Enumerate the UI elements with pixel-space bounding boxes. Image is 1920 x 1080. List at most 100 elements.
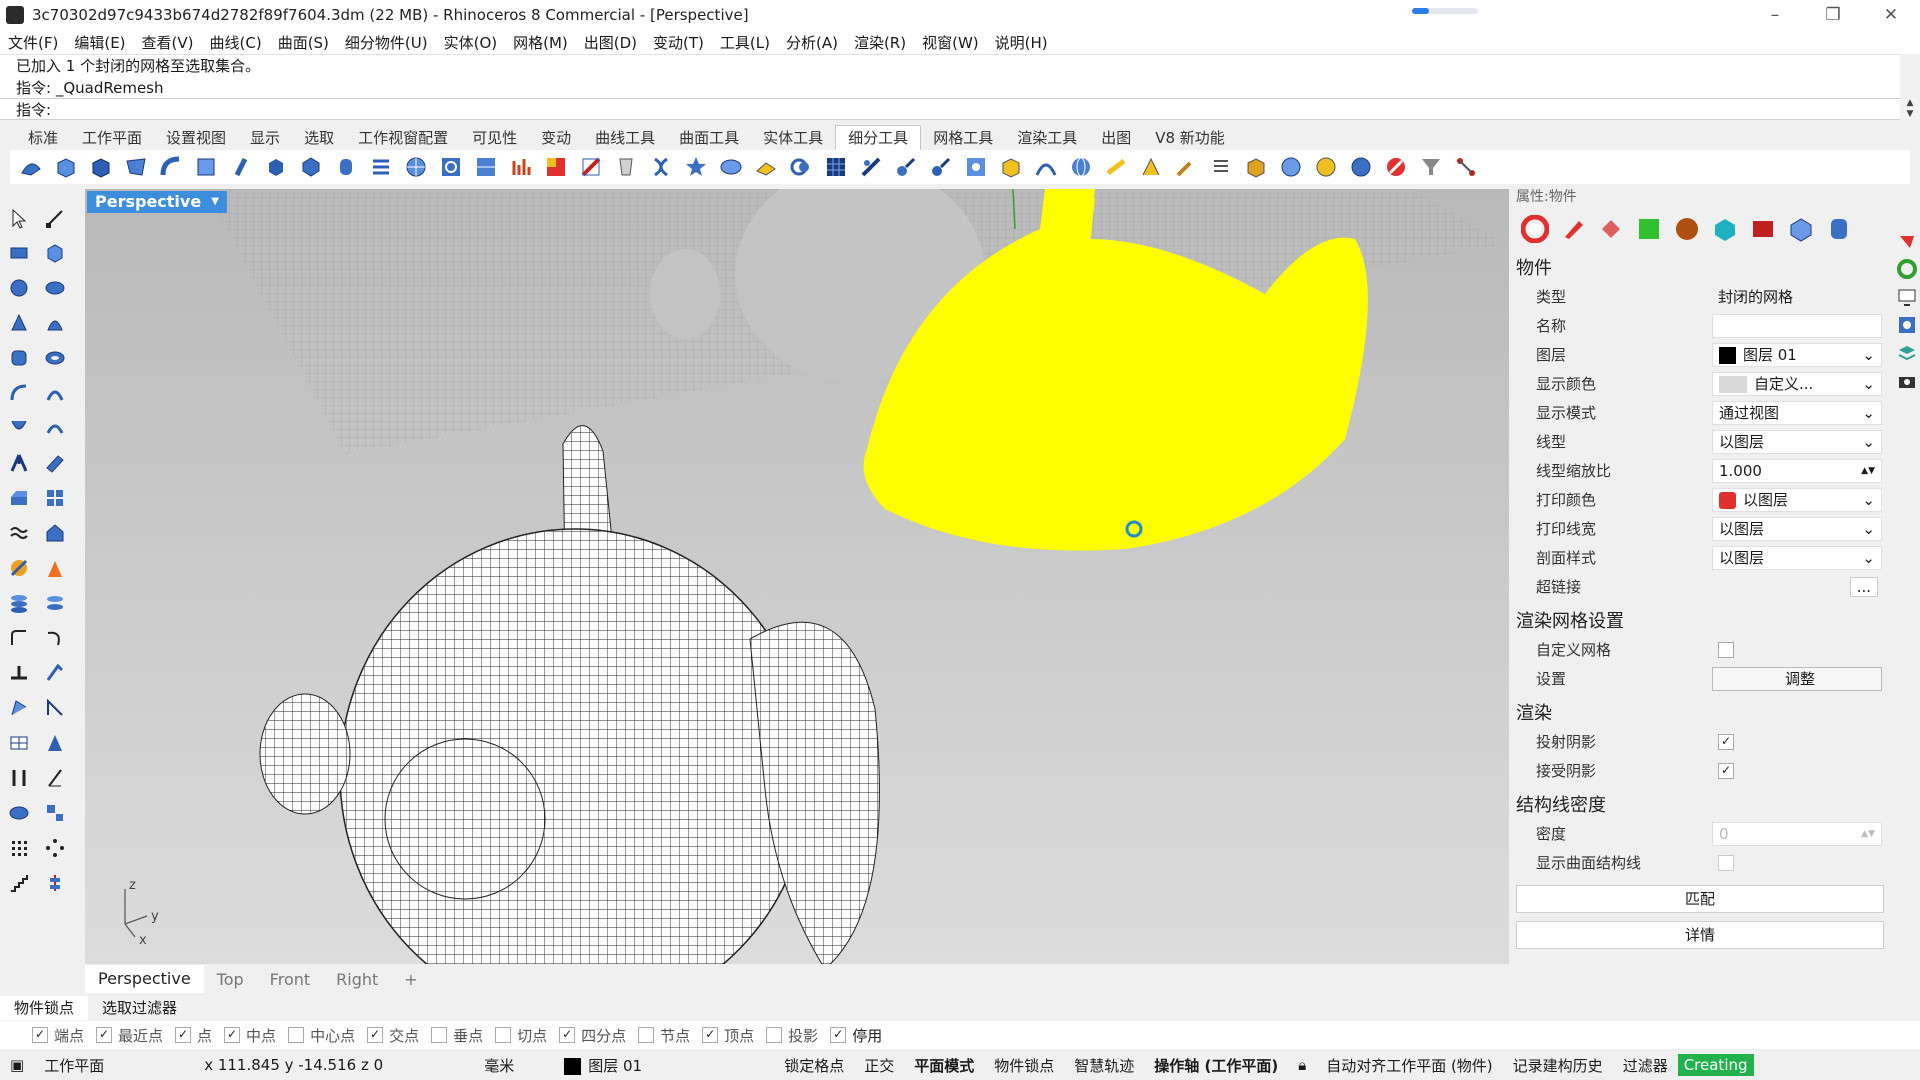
- units-readout[interactable]: 毫米: [474, 1055, 554, 1076]
- add-viewport-icon[interactable]: +: [391, 970, 430, 989]
- linetype-scale-spinner[interactable]: 1.000 ▲▼: [1712, 458, 1882, 483]
- planar-toggle[interactable]: 平面模式: [904, 1055, 984, 1076]
- layer-dropdown[interactable]: 图层 01 ⌄: [1712, 342, 1882, 367]
- subd-grid-icon[interactable]: [403, 154, 429, 180]
- subd-globe-icon[interactable]: [1068, 154, 1094, 180]
- viewport-tab-front[interactable]: Front: [257, 970, 323, 989]
- menu-panels[interactable]: 视窗(W): [914, 32, 987, 53]
- print-color-dropdown[interactable]: 以图层 ⌄: [1712, 487, 1882, 512]
- custom-mesh-checkbox[interactable]: [1718, 641, 1734, 658]
- tab-solid-tools[interactable]: 实体工具: [751, 126, 835, 150]
- slash-icon[interactable]: [41, 763, 69, 793]
- select-arrow-icon[interactable]: [5, 203, 33, 233]
- cone-icon[interactable]: [5, 308, 33, 338]
- torus-icon[interactable]: [41, 343, 69, 373]
- mesh-house-icon[interactable]: [41, 518, 69, 548]
- osnap-near-checkbox[interactable]: ✓: [96, 1027, 113, 1043]
- circle-icon[interactable]: [5, 273, 33, 303]
- tab-osnap[interactable]: 物件锁点: [0, 996, 89, 1020]
- perspective-viewport[interactable]: z y x Perspective ▼: [85, 189, 1509, 964]
- viewport-layout-icon[interactable]: [5, 728, 33, 758]
- viewport-canvas[interactable]: z y x: [85, 189, 1509, 964]
- subd-gold-box-icon[interactable]: [1243, 154, 1269, 180]
- subd-sphere-blue-icon[interactable]: [1348, 154, 1374, 180]
- cylinder-icon[interactable]: [5, 343, 33, 373]
- edge-softening-icon[interactable]: [1786, 214, 1816, 244]
- tab-v8-new[interactable]: V8 新功能: [1143, 126, 1237, 150]
- arc-2-icon[interactable]: [41, 378, 69, 408]
- section-style-dropdown[interactable]: 以图层 ⌄: [1712, 545, 1882, 570]
- tab-set-view[interactable]: 设置视图: [154, 126, 238, 150]
- camera-tool-icon[interactable]: [5, 798, 33, 828]
- osnap-mid-checkbox[interactable]: ✓: [224, 1027, 241, 1043]
- osnap-tan-checkbox[interactable]: [495, 1027, 512, 1043]
- tab-visibility[interactable]: 可见性: [460, 126, 529, 150]
- osnap-project-checkbox[interactable]: [766, 1027, 783, 1043]
- menu-view[interactable]: 查看(V): [134, 32, 202, 53]
- viewport-tab-top[interactable]: Top: [204, 970, 257, 989]
- polar-array-icon[interactable]: [41, 833, 69, 863]
- name-field[interactable]: [1712, 313, 1882, 338]
- osnap-perp-checkbox[interactable]: [431, 1027, 448, 1043]
- menu-render[interactable]: 渲染(R): [846, 32, 914, 53]
- osnap-end-checkbox[interactable]: ✓: [32, 1027, 48, 1043]
- subd-box-edit-icon[interactable]: [53, 154, 79, 180]
- help-panel-icon[interactable]: [1896, 314, 1918, 336]
- gumball-toggle[interactable]: 操作轴 (工作平面): [1144, 1055, 1288, 1076]
- object-properties-icon[interactable]: [1520, 214, 1550, 244]
- gumball-icon[interactable]: [41, 483, 69, 513]
- trim-icon[interactable]: [5, 658, 33, 688]
- minimize-button[interactable]: –: [1746, 0, 1804, 30]
- tab-viewport-layout[interactable]: 工作视窗配置: [346, 126, 460, 150]
- menu-transform[interactable]: 变动(T): [645, 32, 712, 53]
- spark-icon[interactable]: [41, 553, 69, 583]
- subd-bars-icon[interactable]: [508, 154, 534, 180]
- subd-network-icon[interactable]: [1453, 154, 1479, 180]
- osnap-vertex-checkbox[interactable]: ✓: [702, 1027, 719, 1043]
- cplane-indicator[interactable]: 工作平面: [34, 1055, 194, 1076]
- subd-color-grid-icon[interactable]: [543, 154, 569, 180]
- tab-subd-tools[interactable]: 细分工具: [835, 125, 922, 150]
- tab-select[interactable]: 选取: [292, 126, 346, 150]
- density-spinner[interactable]: 0 ▲▼: [1712, 821, 1882, 846]
- menu-analyze[interactable]: 分析(A): [778, 32, 846, 53]
- tab-standard[interactable]: 标准: [16, 126, 70, 150]
- lock-icon[interactable]: 🔒︎: [1288, 1056, 1316, 1074]
- subd-sphere-edit-icon[interactable]: [1278, 154, 1304, 180]
- subd-sphere-icon[interactable]: [193, 154, 219, 180]
- autoalign-toggle[interactable]: 自动对齐工作平面 (物件): [1316, 1055, 1502, 1076]
- decal-icon[interactable]: [1672, 214, 1702, 244]
- display-mode-dropdown[interactable]: 通过视图 ⌄: [1712, 400, 1882, 425]
- material-icon[interactable]: [1558, 214, 1588, 244]
- osnap-mid[interactable]: ✓ 中点: [224, 1025, 276, 1046]
- revolve-icon[interactable]: [41, 413, 69, 443]
- subd-fill-icon[interactable]: [963, 154, 989, 180]
- osnap-center[interactable]: 中心点: [288, 1025, 355, 1046]
- smarttrack-toggle[interactable]: 智慧轨迹: [1064, 1055, 1144, 1076]
- texture-icon[interactable]: [1596, 214, 1626, 244]
- split-icon[interactable]: [41, 658, 69, 688]
- subd-knot-icon[interactable]: [788, 154, 814, 180]
- command-scroll[interactable]: ▲ ▼: [1900, 98, 1920, 120]
- ortho-toggle[interactable]: 正交: [854, 1055, 904, 1076]
- subd-insert-point-icon[interactable]: [928, 154, 954, 180]
- rebuild-icon[interactable]: [5, 693, 33, 723]
- subd-list-icon[interactable]: [1208, 154, 1234, 180]
- named-views-icon[interactable]: [1896, 370, 1918, 392]
- paraboloid-icon[interactable]: [41, 308, 69, 338]
- print-width-dropdown[interactable]: 以图层 ⌄: [1712, 516, 1882, 541]
- tab-mesh-tools[interactable]: 网格工具: [921, 126, 1005, 150]
- menu-drafting[interactable]: 出图(D): [576, 32, 645, 53]
- triangle-icon[interactable]: [41, 728, 69, 758]
- display-panel-icon[interactable]: [1896, 286, 1918, 308]
- subd-cone-icon[interactable]: [18, 154, 44, 180]
- viewport-tab-perspective[interactable]: Perspective: [85, 965, 204, 993]
- tab-drafting[interactable]: 出图: [1089, 126, 1143, 150]
- sweep-icon[interactable]: [5, 448, 33, 478]
- cast-shadow-checkbox[interactable]: ✓: [1718, 733, 1734, 750]
- restore-button[interactable]: ❐: [1804, 0, 1862, 30]
- subd-crease-icon[interactable]: [473, 154, 499, 180]
- subd-blob-icon[interactable]: [718, 154, 744, 180]
- color-panel-icon[interactable]: [1896, 258, 1918, 280]
- subd-stripes-icon[interactable]: [368, 154, 394, 180]
